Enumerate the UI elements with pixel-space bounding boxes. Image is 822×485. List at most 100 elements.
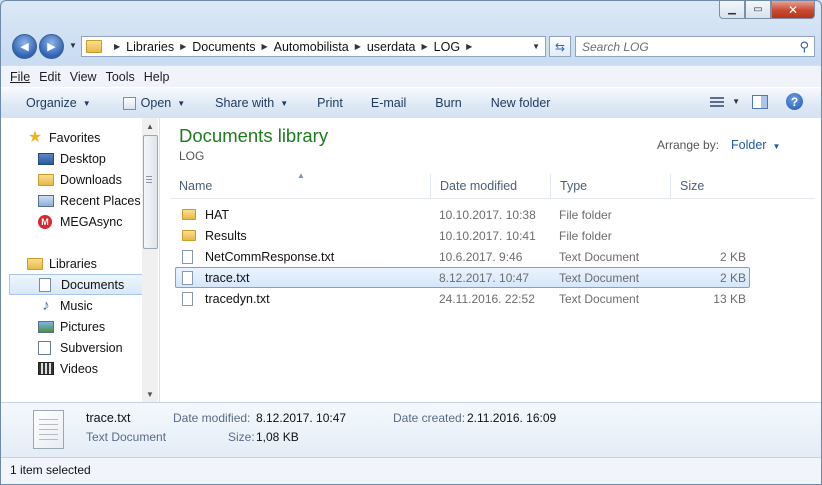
breadcrumb-libraries[interactable]: Libraries (126, 40, 174, 54)
folder-icon (86, 40, 102, 53)
email-button[interactable]: E-mail (371, 96, 406, 110)
sidebar-item-documents[interactable]: Documents (9, 274, 157, 295)
sidebar-item-label: Downloads (60, 172, 122, 187)
megasync-icon: M (38, 214, 52, 229)
library-title: Documents library (179, 125, 329, 146)
details-modified-label: Date modified: (173, 411, 251, 425)
column-date-label: Date modified (440, 179, 518, 193)
breadcrumb-automobilista[interactable]: Automobilista (274, 40, 349, 54)
folder-icon (182, 209, 196, 220)
recent-pages-dropdown[interactable]: ▼ (69, 41, 77, 50)
view-controls: ▼ ? (710, 93, 803, 110)
file-type: File folder (559, 207, 612, 222)
back-button[interactable]: ◀ (12, 34, 37, 59)
search-box: ⚲ (575, 36, 815, 57)
sidebar-item-label: Music (60, 298, 93, 313)
file-row[interactable]: HAT 10.10.2017. 10:38 File folder (175, 204, 750, 225)
organize-button[interactable]: Organize ▼ (26, 96, 91, 110)
preview-pane-button[interactable] (752, 94, 768, 109)
sidebar-item-label: Libraries (49, 256, 97, 271)
scroll-down-icon[interactable]: ▼ (142, 386, 158, 402)
address-bar[interactable]: ▶ Libraries ▶ Documents ▶ Automobilista … (81, 36, 546, 57)
address-row: ◀ ▶ ▼ ▶ Libraries ▶ Documents ▶ Automobi… (9, 34, 815, 60)
scroll-up-icon[interactable]: ▲ (142, 118, 158, 134)
help-button[interactable]: ? (786, 93, 803, 110)
column-date-modified[interactable]: Date modified (431, 174, 551, 198)
navigation-pane: ★ Favorites Desktop Downloads Recent Plac… (1, 118, 160, 402)
share-with-button[interactable]: Share with ▼ (215, 96, 288, 110)
column-size[interactable]: Size (671, 174, 751, 198)
file-type: Text Document (559, 270, 640, 285)
command-bar: Organize ▼ Open ▼ Share with ▼ Print E-mail… (1, 87, 821, 119)
chevron-right-icon[interactable]: ▶ (261, 42, 267, 51)
breadcrumb-documents[interactable]: Documents (192, 40, 255, 54)
text-file-icon (182, 291, 193, 306)
file-type: Text Document (559, 291, 640, 306)
chevron-right-icon[interactable]: ▶ (422, 42, 428, 51)
file-row[interactable]: NetCommResponse.txt 10.6.2017. 9:46 Text… (175, 246, 750, 267)
details-file-type: Text Document (86, 430, 167, 444)
open-button[interactable]: Open ▼ (122, 96, 185, 110)
file-name: Results (205, 228, 247, 243)
menu-tools[interactable]: Tools (106, 70, 135, 84)
menu-edit[interactable]: Edit (39, 70, 61, 84)
chevron-right-icon[interactable]: ▶ (114, 42, 120, 51)
new-folder-button[interactable]: New folder (491, 96, 551, 110)
file-date: 10.6.2017. 9:46 (439, 249, 523, 264)
burn-button[interactable]: Burn (435, 96, 461, 110)
chevron-right-icon[interactable]: ▶ (466, 42, 472, 51)
file-date: 24.11.2016. 22:52 (439, 291, 535, 306)
print-label: Print (317, 96, 343, 110)
arrange-by-label: Arrange by: (657, 138, 720, 152)
forward-arrow-icon: ▶ (47, 41, 56, 53)
email-label: E-mail (370, 96, 407, 110)
refresh-button[interactable]: ⇆ (549, 36, 571, 57)
file-row[interactable]: Results 10.10.2017. 10:41 File folder (175, 225, 750, 246)
breadcrumb-log[interactable]: LOG (434, 40, 460, 54)
column-type[interactable]: Type (551, 174, 671, 198)
text-file-icon (182, 249, 193, 264)
details-size-label: Size: (228, 430, 255, 444)
maximize-button[interactable]: ▭ (745, 1, 771, 19)
libraries-icon (27, 257, 43, 270)
menu-help[interactable]: Help (144, 70, 170, 84)
sidebar-item-label: Pictures (60, 319, 106, 334)
address-history-dropdown[interactable]: ▼ (532, 42, 540, 51)
star-icon: ★ (27, 128, 43, 146)
desktop-icon (38, 152, 54, 165)
column-type-label: Type (560, 179, 588, 193)
file-size: 2 KB (719, 249, 746, 264)
status-text: 1 item selected (10, 463, 91, 477)
share-with-label: Share with (215, 96, 275, 110)
chevron-right-icon[interactable]: ▶ (355, 42, 361, 51)
minimize-button[interactable]: ▁ (719, 1, 745, 19)
file-date: 8.12.2017. 10:47 (439, 270, 530, 285)
menu-file[interactable]: File (10, 70, 30, 84)
change-view-icon[interactable] (710, 96, 725, 107)
open-label: Open (140, 96, 172, 110)
arrange-by-dropdown[interactable]: Folder ▼ (731, 138, 780, 152)
search-icon[interactable]: ⚲ (799, 39, 809, 55)
column-name[interactable]: Name (170, 174, 431, 198)
file-date: 10.10.2017. 10:41 (439, 228, 536, 243)
explorer-window: ▁ ▭ ✕ ◀ ▶ ▼ ▶ Libraries ▶ Documents ▶ Au… (0, 0, 822, 485)
scrollbar-thumb[interactable] (143, 135, 158, 249)
chevron-right-icon[interactable]: ▶ (180, 42, 186, 51)
back-arrow-icon: ◀ (20, 41, 29, 53)
breadcrumb-userdata[interactable]: userdata (367, 40, 416, 54)
music-icon: ♪ (42, 296, 50, 314)
nav-scrollbar[interactable]: ▲ ▼ (142, 118, 158, 402)
downloads-icon (38, 173, 54, 186)
details-size-value: 1,08 KB (256, 430, 299, 444)
file-row[interactable]: tracedyn.txt 24.11.2016. 22:52 Text Docu… (175, 288, 750, 309)
scrollbar-grip-icon (146, 176, 152, 185)
close-button[interactable]: ✕ (771, 1, 815, 19)
menu-view[interactable]: View (70, 70, 97, 84)
view-options-dropdown[interactable]: ▼ (732, 97, 740, 106)
pictures-icon (38, 320, 54, 333)
refresh-icon: ⇆ (554, 39, 566, 54)
print-button[interactable]: Print (317, 96, 343, 110)
file-row-selected[interactable]: trace.txt 8.12.2017. 10:47 Text Document… (175, 267, 750, 288)
forward-button[interactable]: ▶ (39, 34, 64, 59)
search-input[interactable] (576, 38, 784, 55)
